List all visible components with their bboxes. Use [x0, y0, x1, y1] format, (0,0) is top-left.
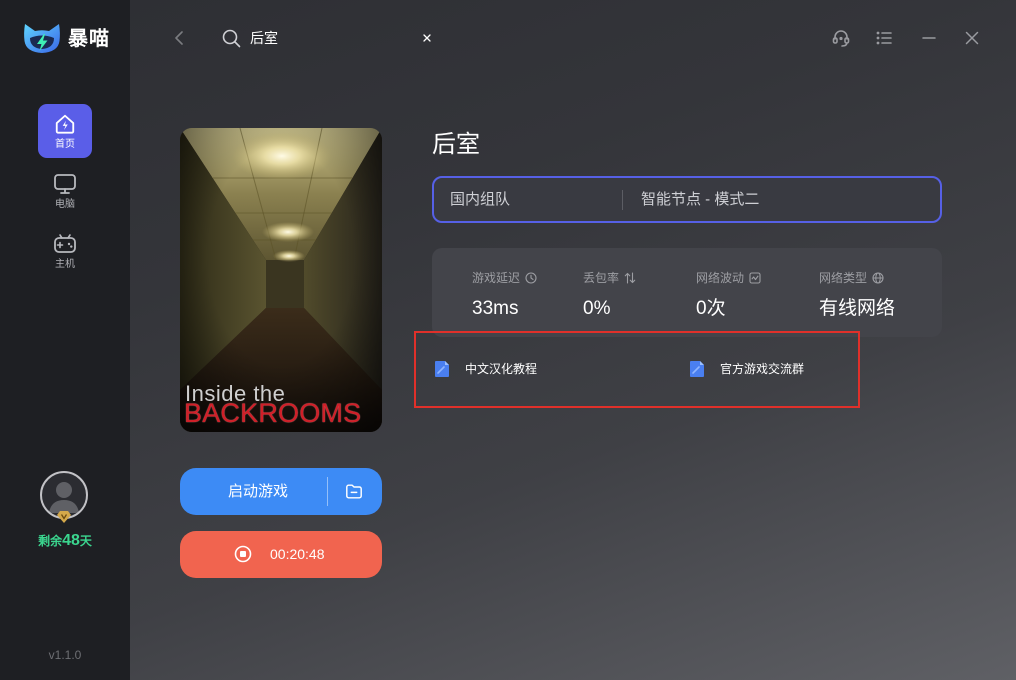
- cover-title-line2: BACKROOMS: [184, 398, 362, 428]
- support-headset-icon[interactable]: [831, 28, 851, 48]
- stop-icon: [234, 545, 252, 563]
- version-label: v1.1.0: [48, 648, 82, 662]
- game-title: 后室: [432, 131, 480, 158]
- sidebar-item-pc[interactable]: 电脑: [38, 166, 92, 220]
- cat-logo-icon: [24, 24, 60, 53]
- updown-arrows-icon: [624, 272, 636, 284]
- stat-value: 0%: [583, 298, 611, 319]
- sidebar-item-label: 首页: [55, 139, 75, 150]
- remaining-days: 48: [62, 532, 80, 549]
- button-divider: [327, 477, 328, 506]
- network-stats-panel: 游戏延迟 33ms 丢包率 0% 网络波动 0次 网络类型 有线网络: [432, 248, 942, 337]
- game-cover-image: Inside the BACKROOMS: [180, 128, 382, 432]
- main-panel: Inside the BACKROOMS 启动游戏 00:20:48 后室 国内…: [130, 0, 1016, 680]
- search-icon: [222, 29, 241, 48]
- team-mode-select[interactable]: 国内组队: [450, 178, 618, 221]
- app-window: 暴喵 首页 电脑 主机 剩余48天 v1.1.0 后室 Inside the B…: [0, 0, 1016, 680]
- launch-game-button[interactable]: 启动游戏: [180, 468, 382, 515]
- close-icon[interactable]: [965, 31, 979, 45]
- node-select[interactable]: 智能节点 - 模式二: [641, 178, 931, 221]
- sidebar-item-home[interactable]: 首页: [38, 104, 92, 158]
- remaining-suffix: 天: [79, 534, 92, 548]
- sidebar-item-console[interactable]: 主机: [38, 226, 92, 280]
- monitor-icon: [54, 174, 76, 194]
- globe-icon: [872, 272, 884, 284]
- membership-remaining: 剩余48天: [0, 531, 130, 551]
- highlight-box: [414, 331, 860, 408]
- launch-label: 启动游戏: [227, 483, 288, 500]
- gamepad-icon: [54, 234, 76, 253]
- search-input[interactable]: [250, 28, 415, 48]
- minimize-icon[interactable]: [922, 32, 936, 44]
- stat-value: 有线网络: [819, 298, 896, 319]
- app-name: 暴喵: [68, 28, 110, 50]
- back-chevron-icon[interactable]: [173, 31, 185, 45]
- folder-icon[interactable]: [345, 483, 363, 500]
- remaining-prefix: 剩余: [38, 534, 63, 548]
- stat-label: 丢包率: [583, 271, 620, 285]
- route-selector: 国内组队 智能节点 - 模式二: [432, 176, 942, 223]
- home-icon: [55, 114, 75, 134]
- vip-badge-icon: [57, 511, 71, 523]
- stat-value: 0次: [696, 298, 726, 319]
- route-divider: [622, 190, 623, 210]
- clear-icon[interactable]: [423, 34, 431, 42]
- stat-label: 网络类型: [819, 271, 868, 285]
- stat-label: 游戏延迟: [472, 271, 521, 285]
- session-timer: 00:20:48: [270, 546, 325, 562]
- sidebar-item-label: 电脑: [55, 199, 75, 210]
- wave-chart-icon: [749, 272, 761, 284]
- sidebar: 暴喵 首页 电脑 主机 剩余48天 v1.1.0: [0, 0, 130, 680]
- sidebar-item-label: 主机: [55, 259, 75, 270]
- stop-game-button[interactable]: 00:20:48: [180, 531, 382, 578]
- clock-icon: [525, 272, 537, 284]
- stat-value: 33ms: [472, 298, 519, 319]
- menu-list-icon[interactable]: [876, 30, 892, 46]
- stat-label: 网络波动: [696, 271, 745, 285]
